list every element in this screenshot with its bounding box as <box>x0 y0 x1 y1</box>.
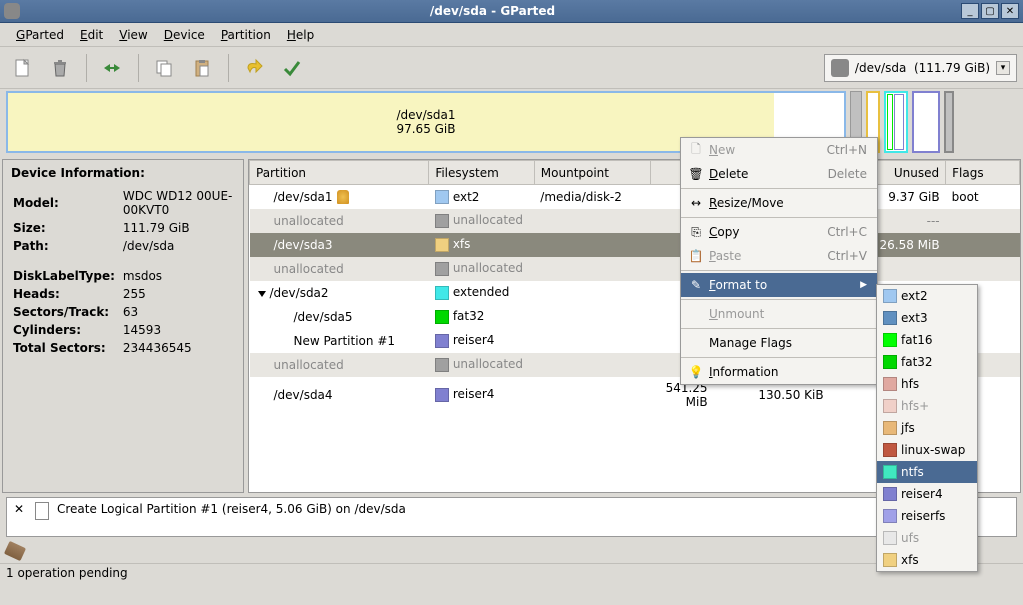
fmt-lswap[interactable]: linux-swap <box>877 439 977 461</box>
partition-block-sda5[interactable] <box>887 94 893 150</box>
table-row[interactable]: unallocated unallocated 1 <box>250 257 1020 281</box>
ctx-flags[interactable]: Manage Flags <box>681 331 877 355</box>
device-size: (111.79 GiB) <box>914 61 990 75</box>
table-row[interactable]: /dev/sda1 ext2 /media/disk-2 97 9.37 GiB… <box>250 185 1020 209</box>
fmt-ext2[interactable]: ext2 <box>877 285 977 307</box>
ctx-format[interactable]: ✎Format to▶ <box>681 273 877 297</box>
apply-icon[interactable] <box>276 52 308 84</box>
ctx-paste[interactable]: 📋PasteCtrl+V <box>681 244 877 268</box>
minimize-button[interactable]: _ <box>961 3 979 19</box>
fmt-hfsp[interactable]: hfs+ <box>877 395 977 417</box>
partition-block-sda4[interactable] <box>912 91 940 153</box>
device-info-title: Device Information: <box>11 166 235 180</box>
format-icon: ✎ <box>687 278 705 292</box>
pending-operations: ✕ Create Logical Partition #1 (reiser4, … <box>6 497 1017 537</box>
partition-block-size: 97.65 GiB <box>396 122 455 136</box>
new-icon[interactable] <box>6 52 38 84</box>
ctx-resize[interactable]: ↔Resize/Move <box>681 191 877 215</box>
menu-gparted[interactable]: GGPartedParted <box>8 25 72 45</box>
device-name: /dev/sda <box>855 61 906 75</box>
lock-icon <box>337 190 349 204</box>
window-title: /dev/sda - GParted <box>26 4 959 18</box>
fmt-ntfs[interactable]: ntfs <box>877 461 977 483</box>
expand-icon[interactable] <box>258 291 266 297</box>
app-icon <box>4 3 20 19</box>
fmt-fat32[interactable]: fat32 <box>877 351 977 373</box>
maximize-button[interactable]: ▢ <box>981 3 999 19</box>
col-filesystem[interactable]: Filesystem <box>429 161 534 185</box>
delete-icon[interactable] <box>44 52 76 84</box>
trash-icon: 🗑 <box>687 167 705 181</box>
fmt-reiserfs[interactable]: reiserfs <box>877 505 977 527</box>
resize-icon: ↔ <box>687 196 705 210</box>
table-header: Partition Filesystem Mountpoint Size Use… <box>250 161 1020 185</box>
menubar: GGPartedParted Edit View Device Partitio… <box>0 23 1023 47</box>
device-select[interactable]: /dev/sda (111.79 GiB) ▾ <box>824 54 1017 82</box>
ctx-delete[interactable]: 🗑DeleteDelete <box>681 162 877 186</box>
fmt-ufs[interactable]: ufs <box>877 527 977 549</box>
fs-swatch <box>435 238 449 252</box>
menu-help[interactable]: Help <box>279 25 322 45</box>
col-flags[interactable]: Flags <box>946 161 1020 185</box>
new-icon: 🗋 <box>687 140 705 161</box>
document-icon <box>35 502 49 520</box>
context-menu: 🗋NewCtrl+N 🗑DeleteDelete ↔Resize/Move ⎘C… <box>680 137 878 385</box>
toolbar: /dev/sda (111.79 GiB) ▾ <box>0 47 1023 89</box>
titlebar: /dev/sda - GParted _ ▢ ✕ <box>0 0 1023 23</box>
ctx-copy[interactable]: ⎘CopyCtrl+C <box>681 220 877 244</box>
close-pending-icon[interactable]: ✕ <box>11 502 27 516</box>
ctx-info[interactable]: 💡Information <box>681 360 877 384</box>
copy-icon[interactable] <box>148 52 180 84</box>
chevron-right-icon: ▶ <box>860 280 867 290</box>
fmt-ext3[interactable]: ext3 <box>877 307 977 329</box>
menu-device[interactable]: Device <box>156 25 213 45</box>
fmt-jfs[interactable]: jfs <box>877 417 977 439</box>
fs-swatch <box>435 388 449 402</box>
format-submenu: ext2 ext3 fat16 fat32 hfs hfs+ jfs linux… <box>876 284 978 572</box>
ctx-unmount[interactable]: Unmount <box>681 302 877 326</box>
chevron-updown-icon[interactable]: ▾ <box>996 61 1010 75</box>
device-info-panel: Device Information: Model:WDC WD12 00UE-… <box>2 159 244 493</box>
table-row-selected[interactable]: /dev/sda3 xfs 431 26.58 MiB <box>250 233 1020 257</box>
undo-icon[interactable] <box>238 52 270 84</box>
fmt-hfs[interactable]: hfs <box>877 373 977 395</box>
col-partition[interactable]: Partition <box>250 161 429 185</box>
fmt-xfs[interactable]: xfs <box>877 549 977 571</box>
partition-block-newpart[interactable] <box>894 94 904 150</box>
fs-swatch <box>435 214 449 228</box>
fmt-fat16[interactable]: fat16 <box>877 329 977 351</box>
fs-swatch <box>435 310 449 324</box>
fs-swatch <box>435 286 449 300</box>
close-button[interactable]: ✕ <box>1001 3 1019 19</box>
col-mountpoint[interactable]: Mountpoint <box>534 161 650 185</box>
paste-icon[interactable] <box>186 52 218 84</box>
partition-block-sda2[interactable] <box>884 91 908 153</box>
fs-swatch <box>435 262 449 276</box>
fs-swatch <box>435 190 449 204</box>
pending-text: Create Logical Partition #1 (reiser4, 5.… <box>57 502 406 516</box>
info-icon: 💡 <box>687 365 705 379</box>
fs-swatch <box>435 334 449 348</box>
ctx-new[interactable]: 🗋NewCtrl+N <box>681 138 877 162</box>
brush-icon[interactable] <box>4 541 26 561</box>
pending-toolbar <box>0 539 1023 563</box>
menu-edit[interactable]: Edit <box>72 25 111 45</box>
resize-icon[interactable] <box>96 52 128 84</box>
partition-block-label: /dev/sda1 <box>396 108 455 122</box>
disk-icon <box>831 59 849 77</box>
table-row[interactable]: unallocated unallocated 1 --- <box>250 209 1020 233</box>
copy-icon: ⎘ <box>687 225 705 240</box>
fmt-reiser4[interactable]: reiser4 <box>877 483 977 505</box>
paste-icon: 📋 <box>687 249 705 263</box>
partition-block-unalloc2[interactable] <box>944 91 954 153</box>
menu-partition[interactable]: Partition <box>213 25 279 45</box>
status-bar: 1 operation pending <box>0 563 1023 583</box>
fs-swatch <box>435 358 449 372</box>
menu-view[interactable]: View <box>111 25 155 45</box>
